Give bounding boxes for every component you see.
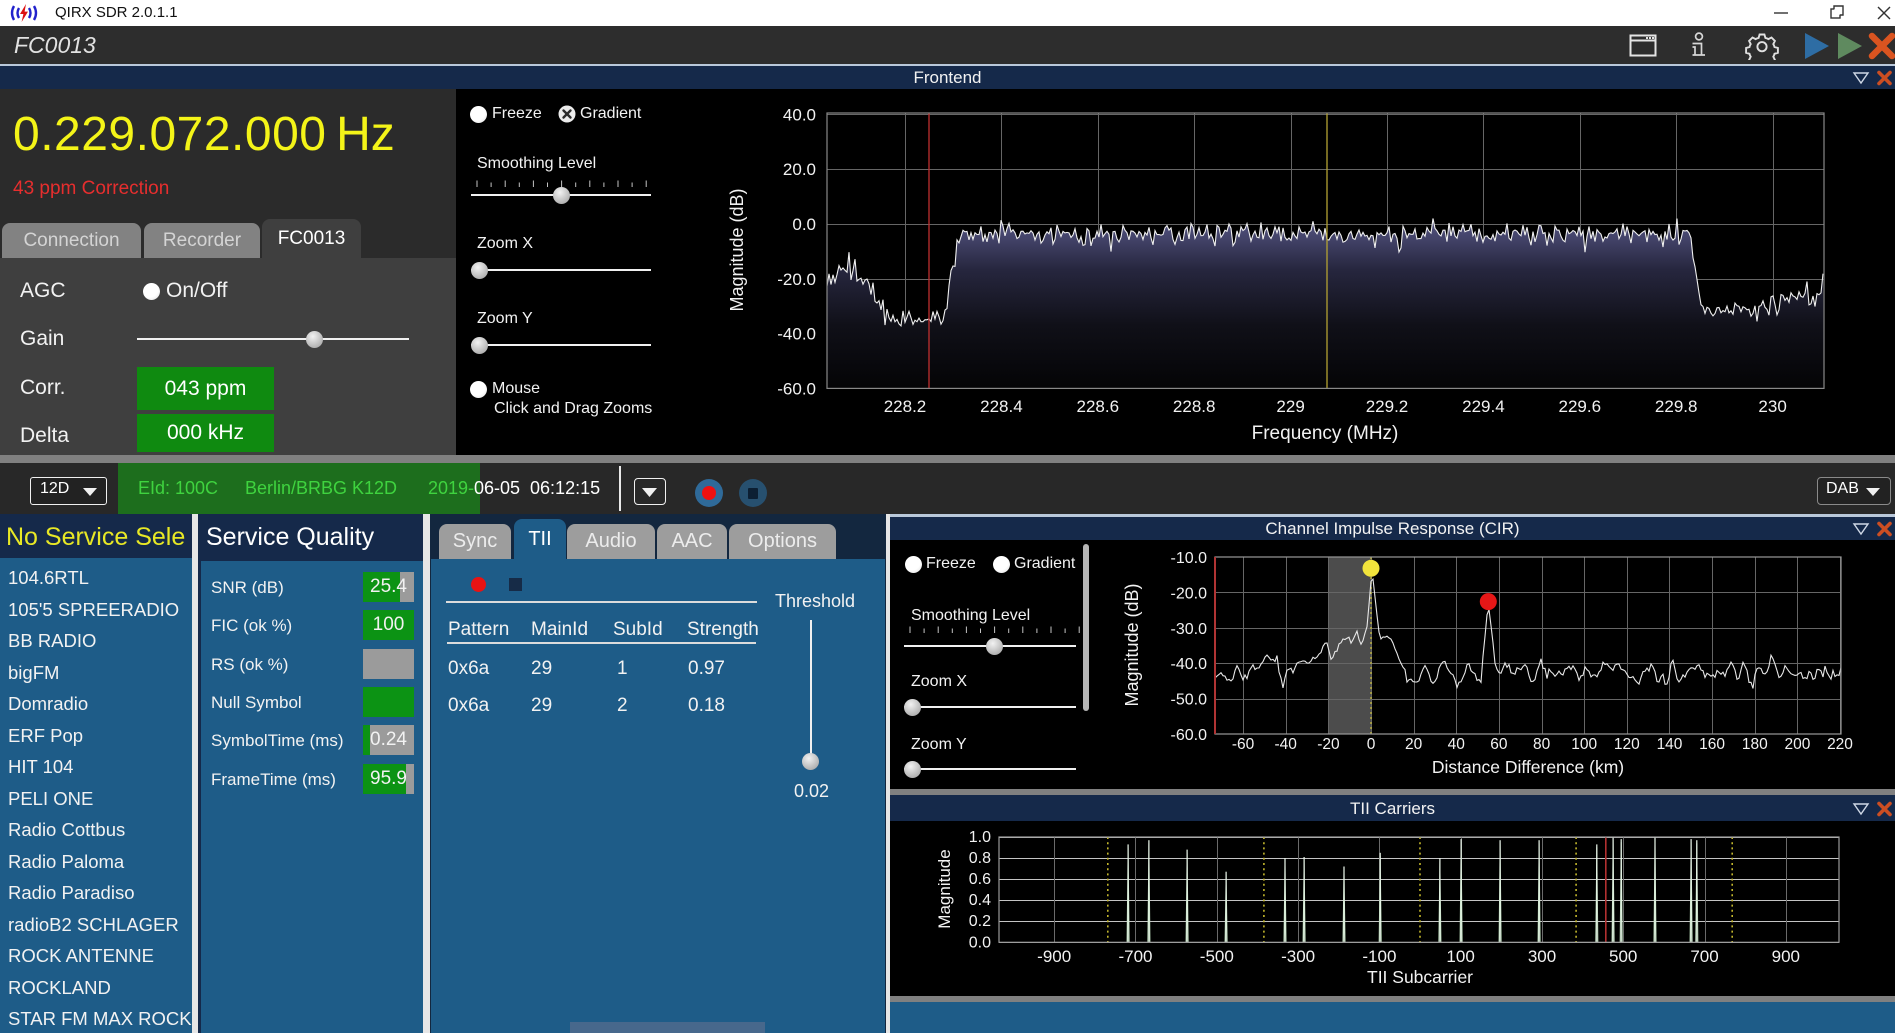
svg-text:0.2: 0.2 xyxy=(969,913,991,930)
svg-text:200: 200 xyxy=(1784,736,1810,753)
svg-text:300: 300 xyxy=(1528,947,1556,966)
svg-text:40: 40 xyxy=(1448,736,1466,753)
svg-text:-40: -40 xyxy=(1274,736,1297,753)
svg-text:-700: -700 xyxy=(1118,947,1152,966)
svg-text:160: 160 xyxy=(1699,736,1725,753)
svg-text:100: 100 xyxy=(1571,736,1597,753)
svg-text:-60: -60 xyxy=(1232,736,1255,753)
svg-text:-40.0: -40.0 xyxy=(777,325,816,344)
svg-text:700: 700 xyxy=(1690,947,1718,966)
svg-text:TII Subcarrier: TII Subcarrier xyxy=(1367,967,1473,987)
svg-text:229: 229 xyxy=(1276,397,1304,416)
svg-text:-20.0: -20.0 xyxy=(777,270,816,289)
svg-text:Magnitude (dB): Magnitude (dB) xyxy=(1122,583,1142,706)
svg-text:Frequency (MHz): Frequency (MHz) xyxy=(1252,423,1399,444)
svg-text:-60.0: -60.0 xyxy=(1171,727,1208,744)
svg-text:Distance Difference (km): Distance Difference (km) xyxy=(1432,757,1624,777)
svg-text:20.0: 20.0 xyxy=(783,160,816,179)
svg-text:230: 230 xyxy=(1758,397,1786,416)
svg-text:-60.0: -60.0 xyxy=(777,379,816,398)
svg-text:Magnitude: Magnitude xyxy=(935,849,954,928)
svg-text:-500: -500 xyxy=(1200,947,1234,966)
svg-text:-300: -300 xyxy=(1281,947,1315,966)
svg-text:228.2: 228.2 xyxy=(884,397,927,416)
svg-text:0.4: 0.4 xyxy=(969,892,991,909)
svg-text:60: 60 xyxy=(1490,736,1508,753)
svg-text:0.0: 0.0 xyxy=(792,215,816,234)
svg-text:40.0: 40.0 xyxy=(783,105,816,124)
svg-text:-10.0: -10.0 xyxy=(1171,550,1208,567)
svg-text:80: 80 xyxy=(1533,736,1551,753)
svg-text:180: 180 xyxy=(1742,736,1768,753)
svg-text:100: 100 xyxy=(1446,947,1474,966)
svg-text:-30.0: -30.0 xyxy=(1171,621,1208,638)
svg-text:Magnitude (dB): Magnitude (dB) xyxy=(727,188,747,311)
svg-text:0: 0 xyxy=(1367,736,1376,753)
svg-text:220: 220 xyxy=(1827,736,1853,753)
svg-text:228.6: 228.6 xyxy=(1077,397,1120,416)
svg-text:0.8: 0.8 xyxy=(969,850,991,867)
svg-text:228.8: 228.8 xyxy=(1173,397,1216,416)
svg-text:1.0: 1.0 xyxy=(969,829,991,846)
svg-text:-100: -100 xyxy=(1362,947,1396,966)
svg-text:0.6: 0.6 xyxy=(969,871,991,888)
svg-text:120: 120 xyxy=(1614,736,1640,753)
svg-text:228.4: 228.4 xyxy=(980,397,1023,416)
svg-text:229.4: 229.4 xyxy=(1462,397,1505,416)
svg-text:140: 140 xyxy=(1657,736,1683,753)
svg-text:900: 900 xyxy=(1772,947,1800,966)
svg-text:-20.0: -20.0 xyxy=(1171,585,1208,602)
svg-text:-50.0: -50.0 xyxy=(1171,692,1208,709)
svg-text:0.0: 0.0 xyxy=(969,934,991,951)
svg-text:229.8: 229.8 xyxy=(1655,397,1698,416)
svg-text:500: 500 xyxy=(1609,947,1637,966)
svg-text:20: 20 xyxy=(1405,736,1423,753)
svg-text:-20: -20 xyxy=(1317,736,1340,753)
svg-text:-900: -900 xyxy=(1037,947,1071,966)
svg-text:-40.0: -40.0 xyxy=(1171,656,1208,673)
svg-text:229.2: 229.2 xyxy=(1366,397,1409,416)
svg-text:229.6: 229.6 xyxy=(1559,397,1602,416)
